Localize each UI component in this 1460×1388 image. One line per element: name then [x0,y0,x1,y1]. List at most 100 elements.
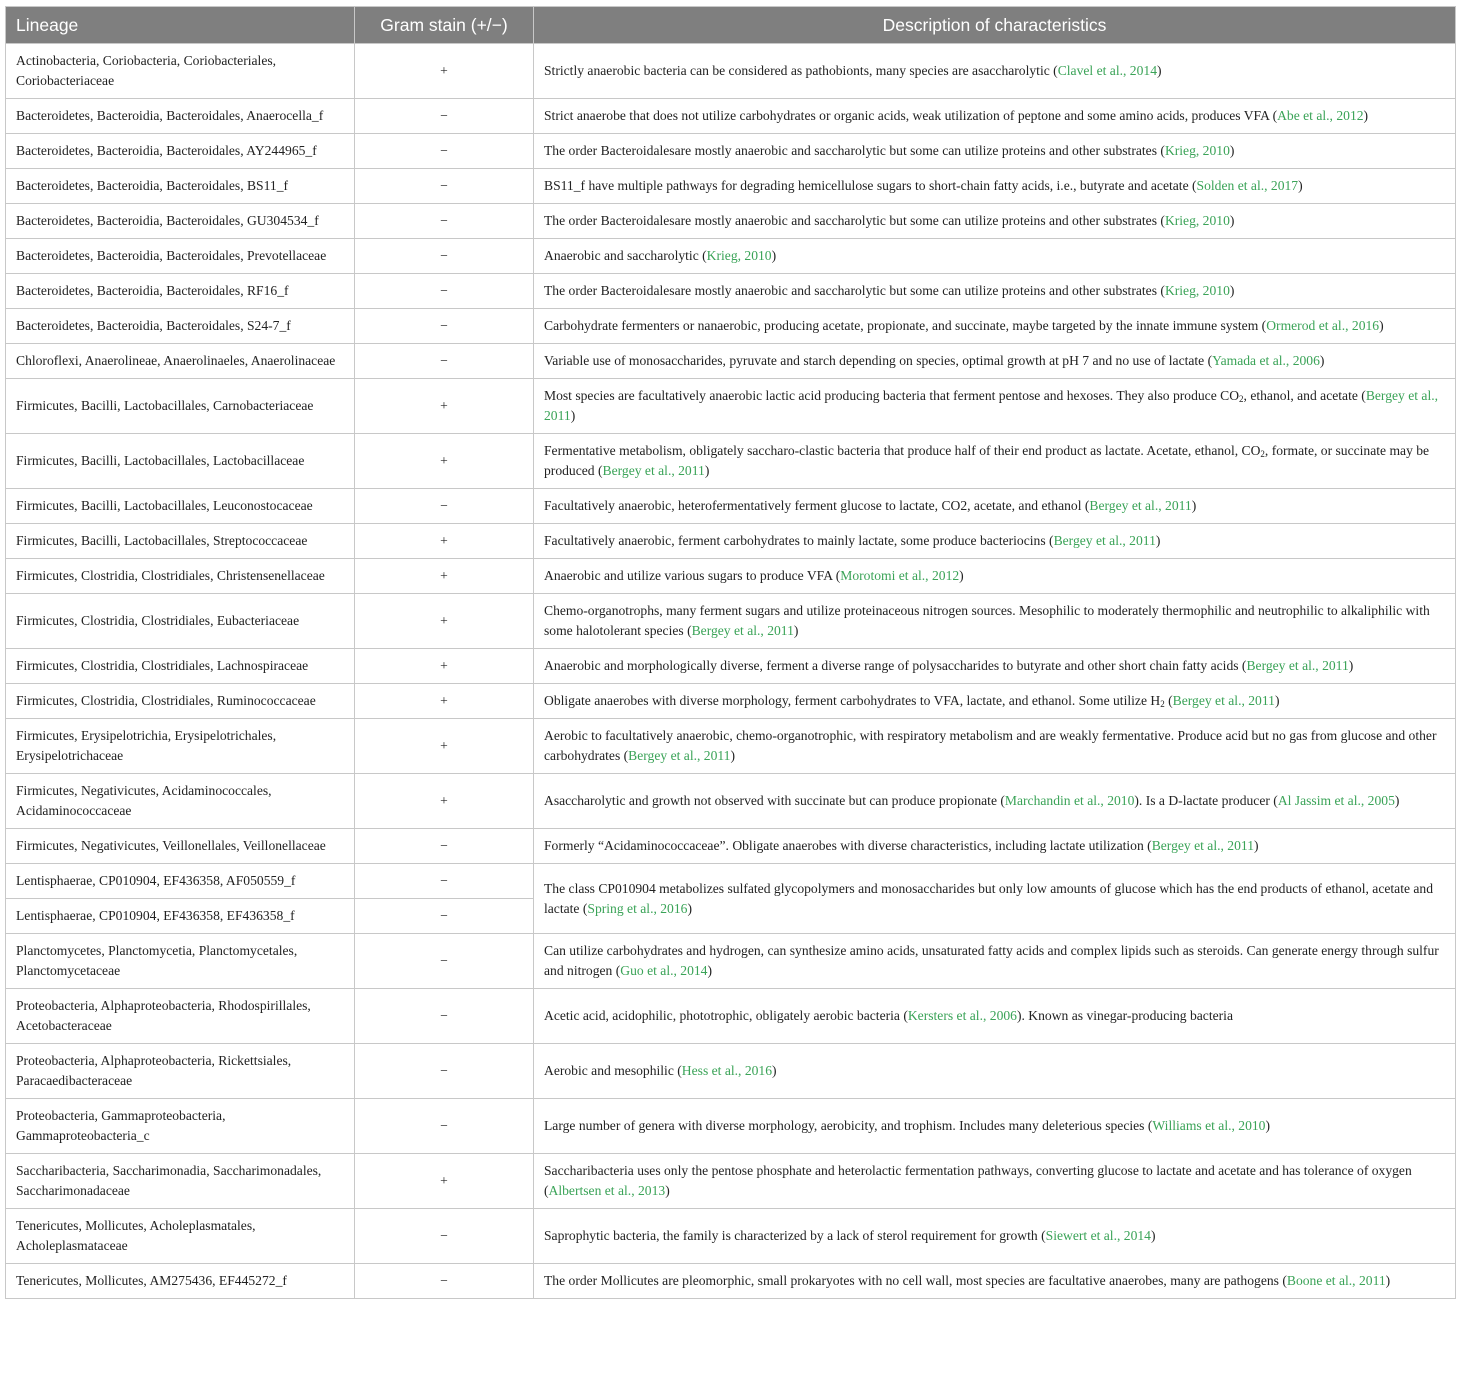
reference-link[interactable]: Abe et al., 2012 [1277,108,1363,123]
gram-stain-cell: + [354,43,534,99]
lineage-cell: Planctomycetes, Planctomycetia, Planctom… [5,933,355,989]
description-cell: Anaerobic and utilize various sugars to … [533,558,1456,594]
reference-link[interactable]: Bergey et al., 2011 [1054,533,1156,548]
gram-stain-cell: − [354,1208,534,1264]
description-text: ) [665,1183,670,1198]
gram-stain-cell: − [354,863,534,899]
reference-link[interactable]: Spring et al., 2016 [587,901,687,916]
reference-link[interactable]: Bergey et al., 2011 [1173,693,1275,708]
description-text: Formerly “Acidaminococcaceae”. Obligate … [544,838,1152,853]
reference-link[interactable]: Bergey et al., 2011 [1089,498,1191,513]
lineage-cell: Firmicutes, Clostridia, Clostridiales, L… [5,648,355,684]
description-cell: Facultatively anaerobic, ferment carbohy… [533,523,1456,559]
reference-link[interactable]: Boone et al., 2011 [1287,1273,1386,1288]
reference-link[interactable]: Clavel et al., 2014 [1058,63,1157,78]
reference-link[interactable]: Bergey et al., 2011 [1246,658,1348,673]
table-row: Firmicutes, Bacilli, Lactobacillales, Ca… [5,378,1456,434]
description-text: BS11_f have multiple pathways for degrad… [544,178,1197,193]
description-text: Strict anaerobe that does not utilize ca… [544,108,1278,123]
table-row: Proteobacteria, Gammaproteobacteria, Gam… [5,1098,1456,1154]
description-text: Anaerobic and utilize various sugars to … [544,568,841,583]
gram-stain-cell: + [354,378,534,434]
reference-link[interactable]: Solden et al., 2017 [1197,178,1299,193]
table-row: Firmicutes, Clostridia, Clostridiales, C… [5,558,1456,594]
reference-link[interactable]: Bergey et al., 2011 [628,748,730,763]
lineage-cell: Bacteroidetes, Bacteroidia, Bacteroidale… [5,168,355,204]
description-text: ) [1229,213,1235,228]
description-cell: Facultatively anaerobic, heterofermentat… [533,488,1456,524]
description-text: ) [687,900,692,916]
description-text: Anaerobic and saccharolytic ( [544,248,707,263]
lineage-cell: Firmicutes, Clostridia, Clostridiales, R… [5,683,355,719]
lineage-cell: Bacteroidetes, Bacteroidia, Bacteroidale… [5,273,355,309]
description-cell: Chemo-organotrophs, many ferment sugars … [533,593,1456,649]
gram-stain-cell: − [354,988,534,1044]
reference-link[interactable]: Krieg, 2010 [707,248,772,263]
description-cell: Variable use of monosaccharides, pyruvat… [533,343,1456,379]
table-row: Firmicutes, Bacilli, Lactobacillales, La… [5,433,1456,489]
description-cell: BS11_f have multiple pathways for degrad… [533,168,1456,204]
reference-link[interactable]: Kersters et al., 2006 [908,1008,1017,1023]
lineage-cell: Bacteroidetes, Bacteroidia, Bacteroidale… [5,133,355,169]
description-cell: Aerobic to facultatively anaerobic, chem… [533,718,1456,774]
table-row: Bacteroidetes, Bacteroidia, Bacteroidale… [5,203,1456,239]
reference-link[interactable]: Guo et al., 2014 [620,963,707,978]
reference-link[interactable]: Williams et al., 2010 [1152,1118,1265,1133]
reference-link[interactable]: Bergey et al., 2011 [603,463,705,478]
description-text: The order Bacteroidalesare mostly anaero… [544,283,1165,298]
table-row: Bacteroidetes, Bacteroidia, Bacteroidale… [5,238,1456,274]
description-text: ) [1319,353,1325,368]
description-cell: Most species are facultatively anaerobic… [533,378,1456,434]
description-text: , ethanol, and acetate ( [1243,388,1366,403]
description-text: Anaerobic and morphologically diverse, f… [544,658,1247,673]
gram-stain-cell: − [354,1098,534,1154]
lineage-table: Lineage Gram stain (+/−) Description of … [5,6,1456,1299]
description-text: Obligate anaerobes with diverse morpholo… [544,693,1161,708]
description-cell: Formerly “Acidaminococcaceae”. Obligate … [533,828,1456,864]
lineage-cell: Firmicutes, Bacilli, Lactobacillales, Le… [5,488,355,524]
gram-stain-cell: + [354,523,534,559]
table-row: Planctomycetes, Planctomycetia, Planctom… [5,933,1456,989]
reference-link[interactable]: Albertsen et al., 2013 [549,1183,666,1198]
description-text: ) [1229,283,1235,298]
description-text: ) [704,463,710,478]
reference-link[interactable]: Bergey et al., 2011 [692,623,794,638]
gram-stain-cell: + [354,683,534,719]
reference-link[interactable]: Al Jassim et al., 2005 [1278,793,1395,808]
gram-stain-cell: − [354,168,534,204]
table-row: Bacteroidetes, Bacteroidia, Bacteroidale… [5,168,1456,204]
lineage-cell: Bacteroidetes, Bacteroidia, Bacteroidale… [5,238,355,274]
table-row: Tenericutes, Mollicutes, Acholeplasmatal… [5,1208,1456,1264]
description-text: ) [1150,1228,1156,1243]
description-cell: The order Bacteroidalesare mostly anaero… [533,203,1456,239]
reference-link[interactable]: Krieg, 2010 [1165,213,1230,228]
description-text: Facultatively anaerobic, heterofermentat… [544,498,1090,513]
reference-link[interactable]: Marchandin et al., 2010 [1005,793,1134,808]
description-cell: Asaccharolytic and growth not observed w… [533,773,1456,829]
reference-link[interactable]: Morotomi et al., 2012 [840,568,959,583]
lineage-cell: Firmicutes, Erysipelotrichia, Erysipelot… [5,718,355,774]
description-text: Facultatively anaerobic, ferment carbohy… [544,533,1054,548]
description-text: ) [1229,143,1235,158]
description-text: Variable use of monosaccharides, pyruvat… [544,353,1213,368]
description-cell: Obligate anaerobes with diverse morpholo… [533,683,1456,719]
lineage-cell: Firmicutes, Negativicutes, Acidaminococc… [5,773,355,829]
description-cell: The order Bacteroidalesare mostly anaero… [533,133,1456,169]
gram-stain-cell: + [354,1153,534,1209]
reference-link[interactable]: Siewert et al., 2014 [1046,1228,1151,1243]
reference-link[interactable]: Krieg, 2010 [1165,283,1230,298]
reference-link[interactable]: Ormerod et al., 2016 [1266,318,1379,333]
description-text: ) [1379,318,1384,333]
description-text: ) [1265,1118,1271,1133]
lineage-cell: Firmicutes, Clostridia, Clostridiales, C… [5,558,355,594]
header-gram-stain: Gram stain (+/−) [354,6,534,44]
reference-link[interactable]: Bergey et al., 2011 [1152,838,1254,853]
reference-link[interactable]: Krieg, 2010 [1165,143,1230,158]
gram-stain-cell: − [354,238,534,274]
header-description: Description of characteristics [533,6,1456,44]
reference-link[interactable]: Hess et al., 2016 [682,1063,772,1078]
description-cell: Large number of genera with diverse morp… [533,1098,1456,1154]
reference-link[interactable]: Yamada et al., 2006 [1212,353,1320,368]
description-cell: Carbohydrate fermenters or nanaerobic, p… [533,308,1456,344]
description-text: The order Bacteroidalesare mostly anaero… [544,143,1165,158]
